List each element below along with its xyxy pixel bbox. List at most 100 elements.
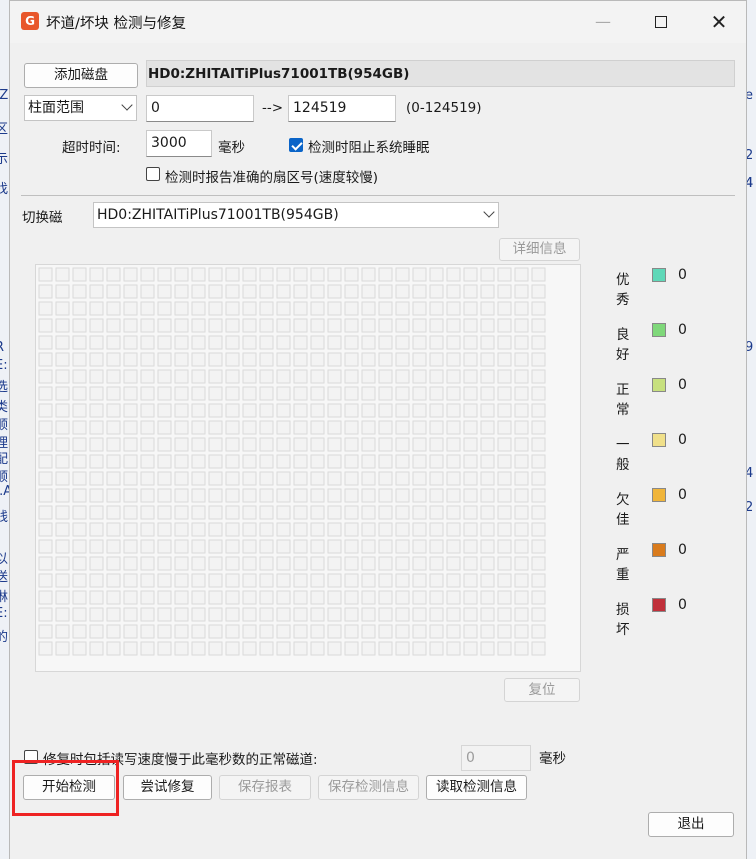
report-sector-checkbox[interactable] xyxy=(146,167,160,181)
sector-block-cell xyxy=(412,522,427,537)
sector-block-cell xyxy=(89,522,104,537)
legend-count: 0 xyxy=(678,267,687,283)
exit-button[interactable]: 退出 xyxy=(648,812,734,837)
sector-block-cell xyxy=(191,471,206,486)
sector-block-cell xyxy=(259,556,274,571)
sector-block-cell xyxy=(242,369,257,384)
sector-block-cell xyxy=(361,522,376,537)
range-mode-select[interactable]: 柱面范围 xyxy=(24,95,137,121)
sector-block-cell xyxy=(412,267,427,282)
chevron-down-icon xyxy=(121,99,133,111)
sector-block-cell xyxy=(225,267,240,282)
save-report-button[interactable]: 保存报表 xyxy=(219,775,311,800)
sector-block-cell xyxy=(259,539,274,554)
maximize-button[interactable] xyxy=(647,9,675,35)
sector-block-cell xyxy=(72,437,87,452)
sector-block-cell xyxy=(446,420,461,435)
background-text-fragment: 顺 xyxy=(0,418,9,433)
sector-block-cell xyxy=(123,369,138,384)
sector-block-cell xyxy=(429,369,444,384)
sector-block-cell xyxy=(276,386,291,401)
sector-block-cell xyxy=(276,471,291,486)
add-disk-button[interactable]: 添加磁盘 xyxy=(24,63,138,88)
sector-block-cell xyxy=(174,403,189,418)
maximize-icon xyxy=(655,15,667,28)
sector-block-cell xyxy=(344,539,359,554)
sector-block-cell xyxy=(140,539,155,554)
sector-block-cell xyxy=(480,607,495,622)
range-end-input[interactable]: 124519 xyxy=(288,95,396,122)
slow-track-ms-input[interactable]: 0 xyxy=(461,745,531,771)
sector-block-cell xyxy=(395,624,410,639)
sector-block-cell xyxy=(157,437,172,452)
sector-block-cell xyxy=(89,607,104,622)
sector-block-cell xyxy=(157,505,172,520)
sector-block-cell xyxy=(225,301,240,316)
save-scan-info-button[interactable]: 保存检测信息 xyxy=(318,775,419,800)
sector-block-cell xyxy=(344,386,359,401)
sector-block-cell xyxy=(123,624,138,639)
details-button[interactable]: 详细信息 xyxy=(499,238,580,261)
sector-block-cell xyxy=(378,556,393,571)
sector-block-cell xyxy=(361,539,376,554)
sector-block-cell xyxy=(157,352,172,367)
sector-block-cell xyxy=(327,284,342,299)
slow-track-unit: 毫秒 xyxy=(539,751,566,767)
sector-block-cell xyxy=(123,301,138,316)
sector-block-cell xyxy=(191,624,206,639)
prevent-sleep-checkbox[interactable] xyxy=(289,138,303,152)
sector-block-cell xyxy=(174,284,189,299)
sector-block-cell xyxy=(157,590,172,605)
sector-block-cell xyxy=(106,267,121,282)
timeout-input[interactable]: 3000 xyxy=(146,130,212,157)
sector-block-cell xyxy=(242,284,257,299)
sector-block-cell xyxy=(123,488,138,503)
reset-button[interactable]: 复位 xyxy=(504,678,580,702)
sector-block-cell xyxy=(395,386,410,401)
sector-block-cell xyxy=(327,556,342,571)
sector-block-cell xyxy=(225,352,240,367)
sector-block-cell xyxy=(463,488,478,503)
background-text-fragment: 区 xyxy=(0,122,9,137)
sector-block-cell xyxy=(55,352,70,367)
sector-block-cell xyxy=(293,352,308,367)
sector-block-cell xyxy=(480,488,495,503)
sector-block-cell xyxy=(242,420,257,435)
sector-block-cell xyxy=(395,488,410,503)
close-button[interactable]: ✕ xyxy=(705,9,733,35)
background-text-fragment: E: xyxy=(0,606,8,621)
sector-block-cell xyxy=(72,590,87,605)
sector-block-cell xyxy=(395,403,410,418)
range-start-input[interactable]: 0 xyxy=(146,95,254,122)
sector-block-cell xyxy=(259,437,274,452)
sector-block-cell xyxy=(361,590,376,605)
sector-block-cell xyxy=(225,318,240,333)
minimize-button[interactable]: — xyxy=(589,9,617,35)
sector-block-cell xyxy=(412,352,427,367)
sector-block-cell xyxy=(140,607,155,622)
sector-block-cell xyxy=(157,369,172,384)
sector-block-cell xyxy=(463,318,478,333)
sector-block-cell xyxy=(514,522,529,537)
sector-block-cell xyxy=(191,420,206,435)
sector-block-cell xyxy=(429,590,444,605)
sector-block-cell xyxy=(327,437,342,452)
sector-block-cell xyxy=(378,335,393,350)
try-repair-button[interactable]: 尝试修复 xyxy=(123,775,212,800)
sector-block-cell xyxy=(310,607,325,622)
sector-block-cell xyxy=(514,641,529,656)
sector-block-cell xyxy=(123,420,138,435)
range-mode-value: 柱面范围 xyxy=(28,100,84,116)
sector-block-cell xyxy=(344,573,359,588)
sector-block-cell xyxy=(446,539,461,554)
sector-block-cell xyxy=(174,318,189,333)
switch-disk-select[interactable]: HD0:ZHITAITiPlus71001TB(954GB) xyxy=(93,202,499,228)
sector-block-cell xyxy=(344,318,359,333)
sector-block-cell xyxy=(208,420,223,435)
switch-disk-value: HD0:ZHITAITiPlus71001TB(954GB) xyxy=(97,207,339,223)
load-scan-info-button[interactable]: 读取检测信息 xyxy=(426,775,527,800)
sector-block-cell xyxy=(225,539,240,554)
sector-block-cell xyxy=(140,573,155,588)
sector-block-cell xyxy=(327,318,342,333)
sector-block-cell xyxy=(293,284,308,299)
